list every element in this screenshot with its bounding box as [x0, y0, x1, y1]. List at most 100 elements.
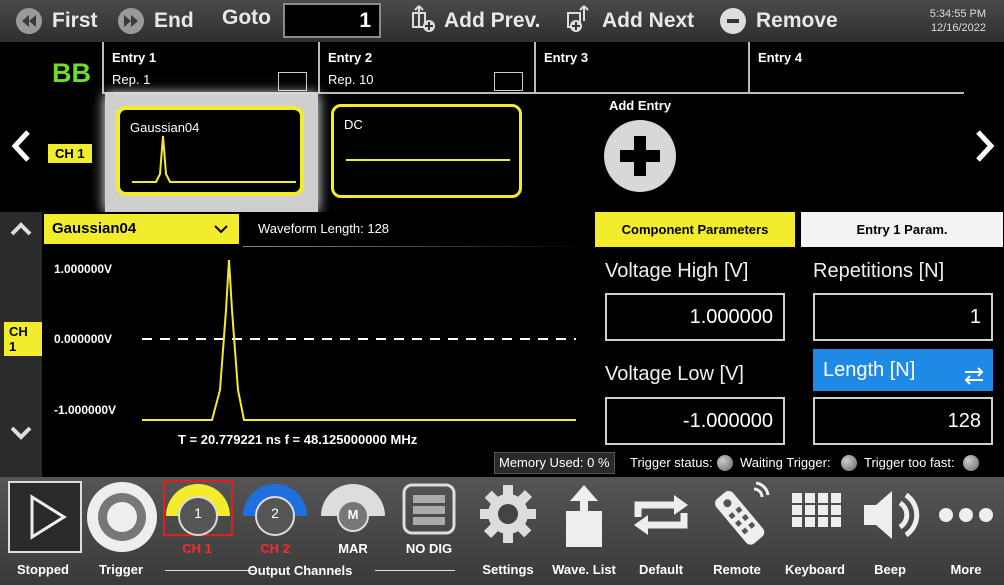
channel-down-button[interactable] — [10, 426, 32, 445]
default-label: Default — [638, 562, 684, 577]
entry-header-1[interactable]: Entry 1 Rep. 1 — [102, 42, 320, 94]
memory-used: Memory Used: 0 % — [494, 452, 615, 474]
waveform-select-value: Gaussian04 — [52, 220, 137, 237]
more-label: More — [950, 562, 982, 577]
status-bar: Memory Used: 0 % Trigger status: Waiting… — [0, 452, 1004, 476]
remote-button[interactable]: Remote — [700, 477, 774, 585]
fast-forward-icon — [118, 8, 144, 34]
clock: 5:34:55 PM 12/16/2022 — [930, 7, 986, 35]
mar-label: MAR — [338, 541, 368, 556]
waveform-editor: CH 1 Gaussian04 Waveform Length: 128 1.0… — [0, 212, 1004, 477]
plus-icon — [620, 136, 660, 176]
add-next-label: Add Next — [602, 9, 695, 32]
entry-rep: Rep. 10 — [328, 72, 374, 87]
entry-checkbox[interactable] — [494, 72, 523, 91]
upload-icon — [566, 485, 602, 547]
wave-list-button[interactable]: Wave. List — [548, 477, 620, 585]
beep-button[interactable]: Beep — [854, 477, 926, 585]
entry-header-2[interactable]: Entry 2 Rep. 10 — [318, 42, 536, 94]
insert-after-icon — [566, 3, 594, 39]
gear-icon — [480, 485, 536, 543]
entry-title: Entry 1 — [112, 50, 157, 65]
channel-up-button[interactable] — [10, 222, 32, 241]
channel-strip: CH 1 — [0, 212, 42, 477]
end-label: End — [154, 9, 194, 32]
entry-title: Entry 2 — [328, 50, 373, 65]
minus-icon — [720, 8, 746, 34]
no-dig-label: NO DIG — [405, 541, 453, 556]
keyboard-button[interactable]: Keyboard — [778, 477, 852, 585]
length-toggle-button[interactable]: Length [N] — [813, 349, 993, 391]
trigger-button[interactable]: Trigger — [82, 477, 160, 585]
entry-title: Entry 3 — [544, 50, 589, 65]
digital-card-icon — [402, 483, 456, 535]
trigger-status-led — [717, 455, 733, 471]
tab-entry-parameters[interactable]: Entry 1 Param. — [801, 212, 1003, 247]
waveform-select[interactable]: Gaussian04 — [44, 214, 239, 244]
insert-before-icon — [410, 3, 436, 39]
period-frequency-readout: T = 20.779221 ns f = 48.125000000 MHz — [178, 432, 418, 447]
entry-header-4[interactable]: Entry 4 — [748, 42, 964, 94]
more-button[interactable]: More — [930, 477, 1002, 585]
ch2-label: CH 2 — [260, 541, 290, 556]
clock-time: 5:34:55 PM — [929, 8, 986, 20]
waveform-plot[interactable] — [140, 250, 580, 428]
bottom-toolbar: Stopped Trigger 1 CH 1 2 CH 2 M MAR NO D… — [0, 477, 1004, 585]
speaker-icon — [864, 491, 920, 539]
add-next-button[interactable]: Add Next — [566, 0, 694, 42]
channel-tag: CH 1 — [48, 144, 92, 163]
more-dots-icon — [939, 508, 993, 522]
wave-list-label: Wave. List — [552, 562, 616, 577]
entry-header-3[interactable]: Entry 3 — [534, 42, 750, 94]
entry-title: Entry 4 — [758, 50, 803, 65]
waiting-trigger-label: Waiting Trigger: — [740, 455, 831, 470]
output-channels-bracket-right — [375, 570, 455, 571]
top-toolbar: First End Goto 1 Add Prev. Add Next Remo… — [0, 0, 1004, 42]
add-prev-label: Add Prev. — [444, 9, 541, 32]
entry-underline — [750, 92, 964, 94]
beep-label: Beep — [874, 562, 906, 577]
trigger-status-label: Trigger status: — [630, 455, 713, 470]
first-button[interactable]: First — [16, 0, 98, 42]
add-entry-title: Add Entry — [595, 98, 685, 118]
sequence-panel: BB Entry 1 Rep. 1 Entry 2 Rep. 10 Entry … — [0, 42, 1004, 212]
scroll-left-button[interactable] — [10, 128, 32, 173]
waveform-card-2[interactable]: DC — [331, 104, 522, 198]
length-field[interactable]: 128 — [813, 397, 993, 445]
waveform-card-1[interactable]: Gaussian04 — [116, 106, 304, 196]
voltage-low-field[interactable]: -1.000000 — [605, 397, 785, 445]
add-entry-label: Add Entry — [608, 98, 672, 113]
voltage-high-label: Voltage High [V] — [605, 260, 749, 282]
remove-button[interactable]: Remove — [720, 0, 838, 42]
repetitions-field[interactable]: 1 — [813, 293, 993, 341]
add-entry-button[interactable] — [604, 120, 676, 192]
run-stop-button[interactable]: Stopped — [4, 477, 82, 585]
remote-label: Remote — [713, 562, 761, 577]
scroll-right-button[interactable] — [974, 128, 996, 173]
editor-channel-tag: CH 1 — [4, 322, 42, 356]
bb-label: BB — [52, 58, 91, 88]
swap-arrows-icon — [963, 359, 985, 401]
entry-checkbox[interactable] — [278, 72, 307, 91]
add-prev-button[interactable]: Add Prev. — [410, 0, 540, 42]
ch1-label: CH 1 — [182, 541, 212, 556]
trigger-label: Trigger — [98, 562, 144, 577]
repetitions-label: Repetitions [N] — [813, 260, 945, 282]
waveform-length: Waveform Length: 128 — [258, 221, 390, 236]
length-label: Length [N] — [823, 359, 916, 381]
entry-underline — [320, 92, 536, 94]
voltage-high-field[interactable]: 1.000000 — [605, 293, 785, 341]
tab-component-parameters[interactable]: Component Parameters — [595, 212, 795, 247]
goto-input[interactable]: 1 — [283, 3, 381, 38]
y-axis-low-label: -1.000000V — [54, 403, 117, 417]
trigger-too-fast-led — [963, 455, 979, 471]
settings-button[interactable]: Settings — [472, 477, 544, 585]
keyboard-label: Keyboard — [785, 562, 845, 577]
entry-rep: Rep. 1 — [112, 72, 151, 87]
card-waveform-preview — [132, 135, 296, 183]
default-button[interactable]: Default — [624, 477, 698, 585]
channel-1-badge: 1 — [194, 505, 202, 521]
chevron-down-icon — [213, 214, 229, 255]
repeat-icon — [634, 495, 688, 535]
end-button[interactable]: End — [118, 0, 194, 42]
